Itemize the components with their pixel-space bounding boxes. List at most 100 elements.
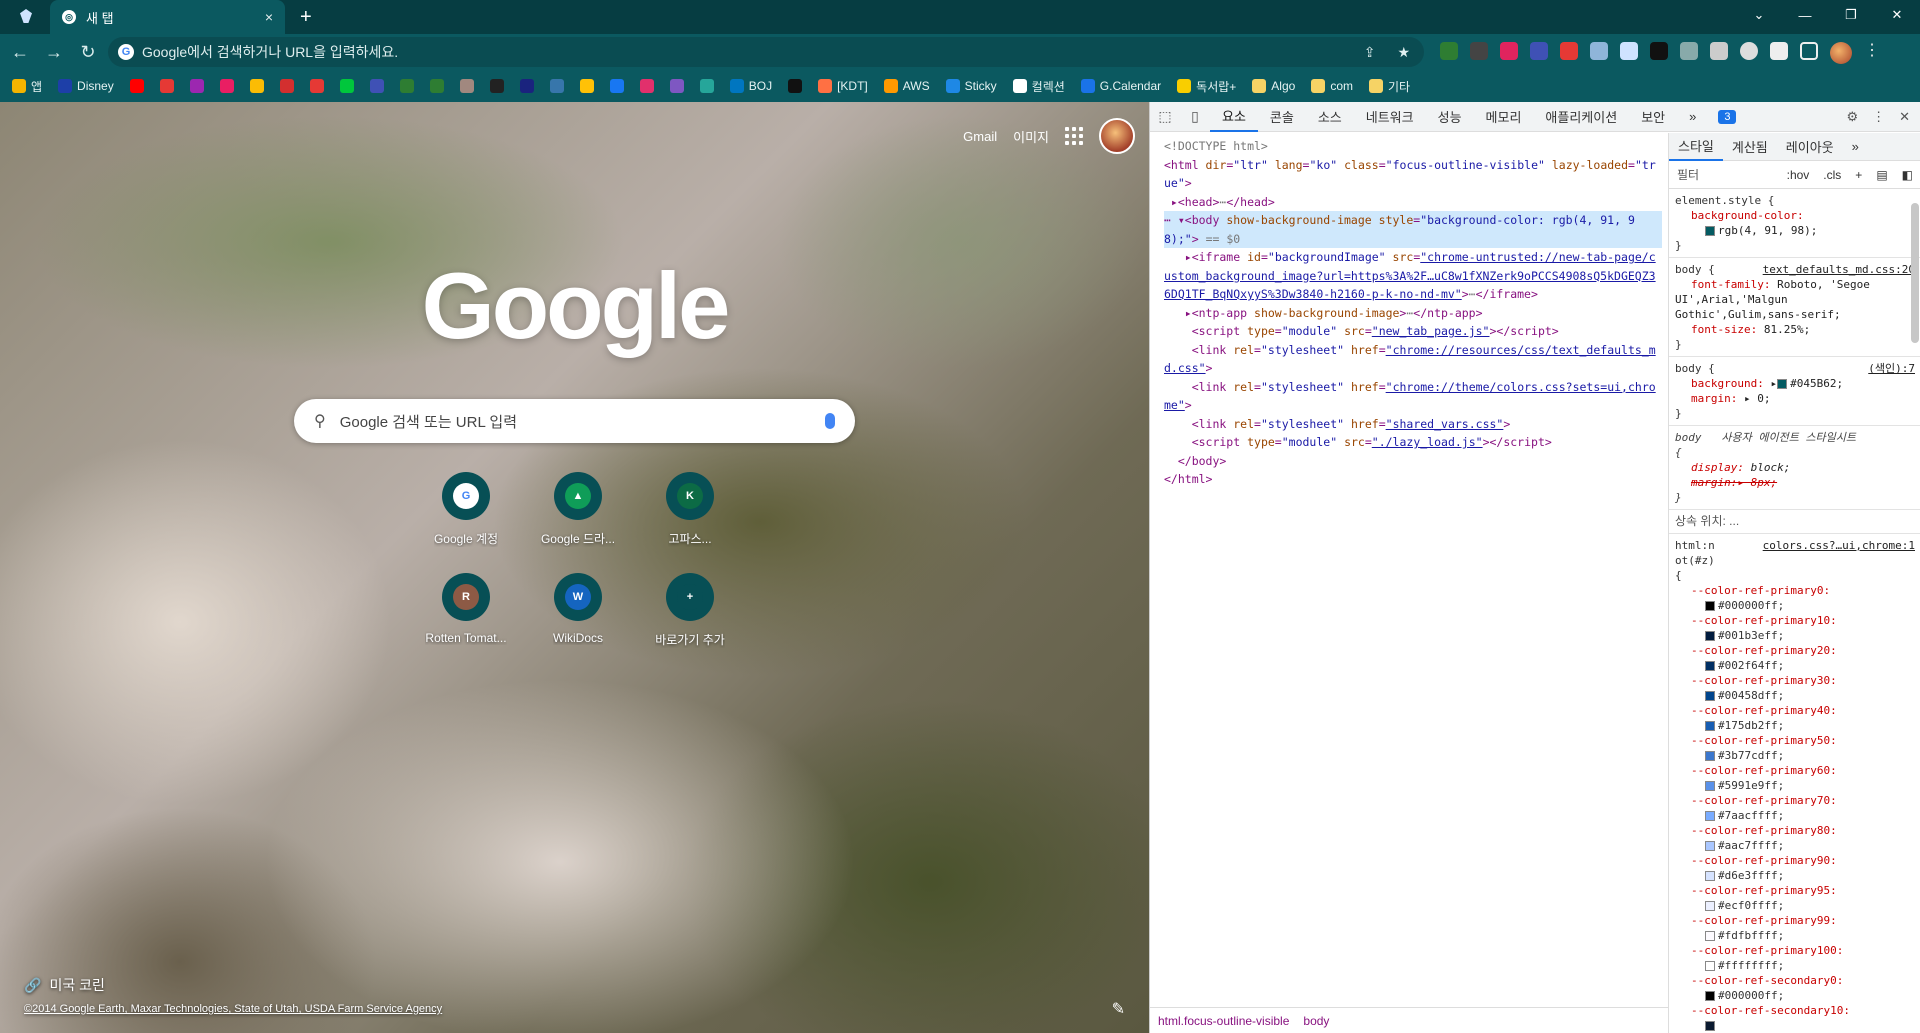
- customize-pencil-icon[interactable]: ✎: [1112, 999, 1125, 1019]
- bookmark-item[interactable]: [219, 79, 234, 93]
- link-node[interactable]: <link rel="stylesheet" href="chrome://re…: [1164, 341, 1662, 378]
- color-swatch[interactable]: [1705, 901, 1715, 911]
- bookmark-item[interactable]: [489, 79, 504, 93]
- account-avatar[interactable]: [1099, 118, 1135, 154]
- bookmark-item[interactable]: [699, 79, 714, 93]
- issues-badge[interactable]: 3: [1718, 109, 1737, 124]
- glasses-ext-icon[interactable]: [1470, 42, 1488, 60]
- close-devtools-icon[interactable]: ✕: [1899, 109, 1910, 125]
- breadcrumb-html[interactable]: html.focus-outline-visible: [1158, 1014, 1289, 1028]
- devtools-tab[interactable]: 요소: [1210, 102, 1258, 132]
- ext-icon[interactable]: [1530, 42, 1548, 60]
- new-rule-button[interactable]: +: [1855, 168, 1862, 182]
- devtools-menu-icon[interactable]: ⋮: [1872, 109, 1885, 125]
- color-swatch[interactable]: [1705, 751, 1715, 761]
- microphone-icon[interactable]: [825, 413, 835, 429]
- css-variable[interactable]: --color-ref-primary70: #7aacffff;: [1675, 793, 1915, 823]
- css-variable[interactable]: --color-ref-primary50: #3b77cdff;: [1675, 733, 1915, 763]
- bookmark-item[interactable]: [459, 79, 474, 93]
- omnibox-text[interactable]: Google에서 검색하거나 URL을 입력하세요.: [142, 42, 1356, 62]
- device-toolbar-icon[interactable]: ▯: [1180, 108, 1210, 125]
- body-close-node[interactable]: </body>: [1164, 452, 1662, 471]
- bookmark-item[interactable]: [639, 79, 654, 93]
- color-swatch[interactable]: [1705, 841, 1715, 851]
- ext-icon[interactable]: [1560, 42, 1578, 60]
- apps-grid-icon[interactable]: [1065, 127, 1083, 145]
- iframe-node[interactable]: ▸<iframe id="backgroundImage" src="chrom…: [1164, 248, 1662, 304]
- css-variable[interactable]: --color-ref-primary95: #ecf0ffff;: [1675, 883, 1915, 913]
- hov-toggle[interactable]: :hov: [1787, 168, 1810, 182]
- bookmark-item[interactable]: Algo: [1252, 79, 1295, 93]
- css-variable[interactable]: --color-ref-primary0: #000000ff;: [1675, 583, 1915, 613]
- body-node[interactable]: ⋯ ▾<body show-background-image style="ba…: [1164, 211, 1662, 248]
- css-variable[interactable]: --color-ref-primary40: #175db2ff;: [1675, 703, 1915, 733]
- bookmark-item[interactable]: [249, 79, 264, 93]
- omnibox[interactable]: G Google에서 검색하거나 URL을 입력하세요. ⇪ ★: [108, 37, 1424, 67]
- share-icon[interactable]: ⇪: [1364, 44, 1376, 61]
- link-node[interactable]: <link rel="stylesheet" href="shared_vars…: [1164, 415, 1662, 434]
- camera-ext-icon[interactable]: [1710, 42, 1728, 60]
- css-variable[interactable]: --color-ref-primary60: #5991e9ff;: [1675, 763, 1915, 793]
- bookmark-item[interactable]: 앱: [12, 78, 42, 95]
- shortcut-tile[interactable]: W WikiDocs: [522, 573, 634, 648]
- tab-close-icon[interactable]: ×: [265, 9, 273, 25]
- bookmark-item[interactable]: [189, 79, 204, 93]
- ntp-app-node[interactable]: ▸<ntp-app show-background-image>⋯</ntp-a…: [1164, 304, 1662, 323]
- link-node[interactable]: <link rel="stylesheet" href="chrome://th…: [1164, 378, 1662, 415]
- profile-avatar[interactable]: [1830, 42, 1852, 64]
- sidebar-toggle-icon[interactable]: ◧: [1902, 168, 1913, 182]
- color-swatch[interactable]: [1705, 601, 1715, 611]
- evernote-ext-icon[interactable]: [1440, 42, 1458, 60]
- bookmark-star-icon[interactable]: ★: [1397, 44, 1410, 61]
- images-link[interactable]: 이미지: [1013, 127, 1049, 146]
- bookmark-item[interactable]: [339, 79, 354, 93]
- color-swatch[interactable]: [1705, 871, 1715, 881]
- css-variable[interactable]: --color-ref-primary100: #ffffffff;: [1675, 943, 1915, 973]
- kebab-menu-icon[interactable]: ⋮: [1864, 42, 1880, 64]
- bookmark-item[interactable]: G.Calendar: [1080, 79, 1161, 93]
- restore-button[interactable]: ❐: [1828, 0, 1874, 30]
- bookmark-item[interactable]: BOJ: [729, 79, 772, 93]
- breadcrumb-body[interactable]: body: [1303, 1014, 1329, 1028]
- new-tab-button[interactable]: +: [300, 7, 312, 27]
- css-variable[interactable]: --color-ref-primary10: #001b3eff;: [1675, 613, 1915, 643]
- attribution-location[interactable]: 미국 코린: [49, 975, 104, 995]
- bookmark-item[interactable]: [369, 79, 384, 93]
- color-swatch[interactable]: [1705, 661, 1715, 671]
- color-swatch[interactable]: [1705, 781, 1715, 791]
- gear-ext-icon[interactable]: [1740, 42, 1758, 60]
- shortcut-tile[interactable]: K 고파스...: [634, 472, 746, 547]
- bookmark-item[interactable]: [399, 79, 414, 93]
- notion-ext-icon[interactable]: [1650, 42, 1668, 60]
- colors-source-link[interactable]: colors.css?…ui,chrome:1: [1763, 538, 1915, 553]
- css-variable[interactable]: --color-ref-secondary10:: [1675, 1003, 1915, 1033]
- speaker-ext-icon[interactable]: [1590, 42, 1608, 60]
- head-node[interactable]: ▸<head>⋯</head>: [1164, 193, 1662, 212]
- html-node[interactable]: <html dir="ltr" lang="ko" class="focus-o…: [1164, 156, 1662, 193]
- paint-icon[interactable]: ▤: [1876, 168, 1887, 182]
- ntp-search-box[interactable]: ⚲ Google 검색 또는 URL 입력: [294, 399, 855, 443]
- doctype-node[interactable]: <!DOCTYPE html>: [1164, 137, 1662, 156]
- bookmark-item[interactable]: 기타: [1369, 78, 1410, 95]
- bookmark-item[interactable]: [429, 79, 444, 93]
- tab-styles[interactable]: 스타일: [1669, 133, 1723, 161]
- more-tabs-icon[interactable]: »: [1843, 133, 1868, 161]
- color-swatch[interactable]: [1705, 811, 1715, 821]
- devtools-tab[interactable]: 소스: [1306, 102, 1354, 132]
- bookmark-item[interactable]: [129, 79, 144, 93]
- gem-icon[interactable]: [20, 9, 32, 23]
- color-swatch[interactable]: [1705, 931, 1715, 941]
- color-swatch[interactable]: [1705, 691, 1715, 701]
- devtools-tab[interactable]: 콘솔: [1258, 102, 1306, 132]
- color-swatch[interactable]: [1705, 631, 1715, 641]
- shortcut-tile[interactable]: R Rotten Tomat...: [410, 573, 522, 648]
- color-swatch[interactable]: [1705, 991, 1715, 1001]
- css-variable[interactable]: --color-ref-primary30: #00458dff;: [1675, 673, 1915, 703]
- user-agent-rule[interactable]: body 사용자 에이전트 스타일시트{ display: block; mar…: [1669, 426, 1920, 510]
- bookmark-item[interactable]: [519, 79, 534, 93]
- elements-tree[interactable]: <!DOCTYPE html> <html dir="ltr" lang="ko…: [1150, 133, 1668, 1003]
- gmail-link[interactable]: Gmail: [963, 129, 997, 144]
- bookmark-item[interactable]: com: [1311, 79, 1353, 93]
- reload-icon[interactable]: ↻: [74, 42, 102, 63]
- devtools-tab[interactable]: 성능: [1426, 102, 1474, 132]
